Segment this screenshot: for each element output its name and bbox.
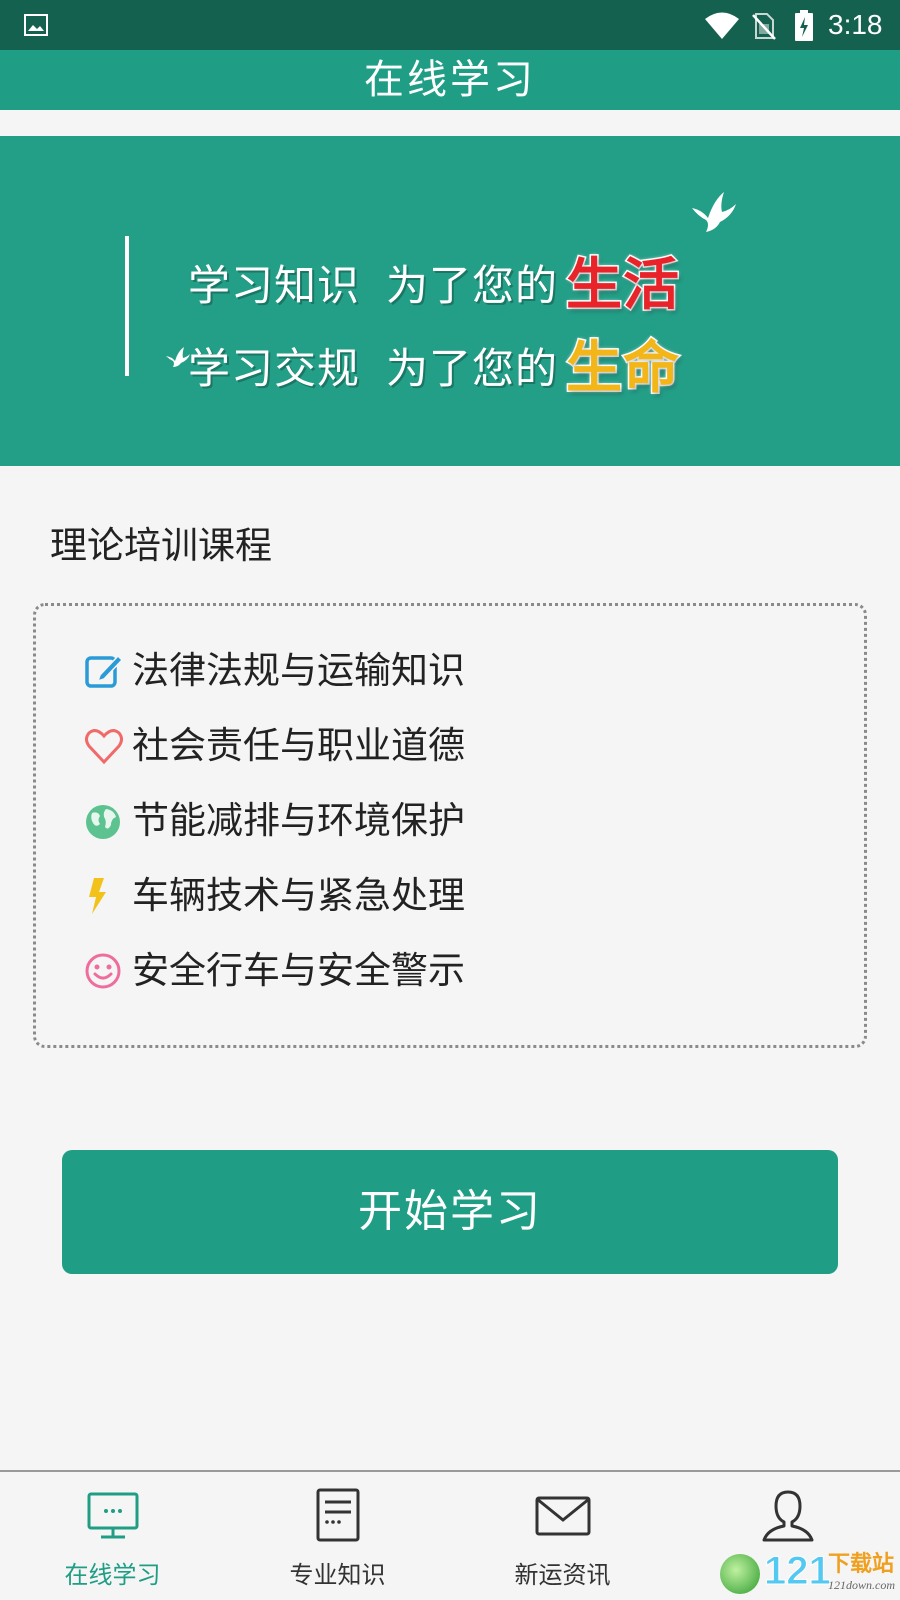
no-sim-icon (752, 13, 776, 40)
dove-icon (692, 192, 736, 232)
course-item-safety[interactable]: 安全行车与安全警示 (84, 946, 465, 996)
course-label: 节能减排与环境保护 (132, 799, 465, 842)
document-icon (316, 1488, 359, 1542)
course-item-ethics[interactable]: 社会责任与职业道德 (84, 721, 465, 771)
watermark-name: 下载站 (828, 1552, 895, 1577)
page-title: 在线学习 (364, 57, 536, 103)
course-item-environment[interactable]: 节能减排与环境保护 (84, 796, 465, 846)
start-learning-button[interactable]: 开始学习 (62, 1150, 838, 1274)
slogan-line-2: 学习交规 为了您的 生命 (188, 319, 681, 403)
nav-tab-news[interactable]: 新运资讯 (450, 1472, 675, 1600)
nav-label: 专业知识 (289, 1561, 386, 1589)
course-label: 安全行车与安全警示 (132, 949, 465, 992)
smile-icon (84, 950, 126, 992)
slogan-2-highlight: 生命 (565, 335, 681, 403)
battery-charging-icon (795, 10, 813, 41)
slogan-1-middle: 为了您的 (386, 261, 559, 310)
app-header: 在线学习 (0, 50, 900, 110)
slogan-1-prefix: 学习知识 (188, 261, 361, 310)
user-icon (762, 1490, 813, 1542)
globe-icon (84, 800, 126, 842)
nav-label: 在线学习 (64, 1561, 161, 1589)
heart-icon (84, 725, 126, 767)
status-bar: 3:18 (0, 0, 900, 50)
clock-time: 3:18 (828, 9, 883, 40)
course-label: 车辆技术与紧急处理 (132, 874, 465, 917)
watermark-logo-icon (720, 1554, 760, 1594)
course-list: 法律法规与运输知识 社会责任与职业道德 节能减排与环境保护 车辆技术与紧急处理 (33, 603, 867, 1048)
lightning-icon (84, 875, 126, 917)
course-item-vehicle[interactable]: 车辆技术与紧急处理 (84, 871, 465, 921)
edit-icon (84, 650, 126, 692)
image-icon (24, 14, 48, 36)
mail-icon (535, 1496, 590, 1536)
nav-tab-online-learning[interactable]: 在线学习 (0, 1472, 225, 1600)
course-label: 社会责任与职业道德 (132, 724, 465, 767)
wifi-icon (705, 12, 739, 39)
slogan-1-highlight: 生活 (565, 252, 681, 320)
watermark-number: 121 (764, 1549, 832, 1594)
watermark-domain: 121down.com (828, 1578, 895, 1592)
slogan-2-middle: 为了您的 (386, 344, 559, 393)
slogan-line-1: 学习知识 为了您的 生活 (188, 236, 681, 320)
course-item-laws[interactable]: 法律法规与运输知识 (84, 646, 465, 696)
site-watermark: 121 下载站 121down.com (712, 1548, 900, 1600)
banner-divider (125, 236, 129, 376)
slogan-2-prefix: 学习交规 (188, 344, 361, 393)
section-title: 理论培训课程 (50, 524, 272, 567)
monitor-icon (87, 1492, 138, 1539)
nav-label: 新运资讯 (514, 1561, 611, 1589)
course-label: 法律法规与运输知识 (132, 649, 465, 692)
slogan-banner: 学习知识 为了您的 生活 学习交规 为了您的 生命 (0, 136, 900, 466)
nav-tab-professional-knowledge[interactable]: 专业知识 (225, 1472, 450, 1600)
